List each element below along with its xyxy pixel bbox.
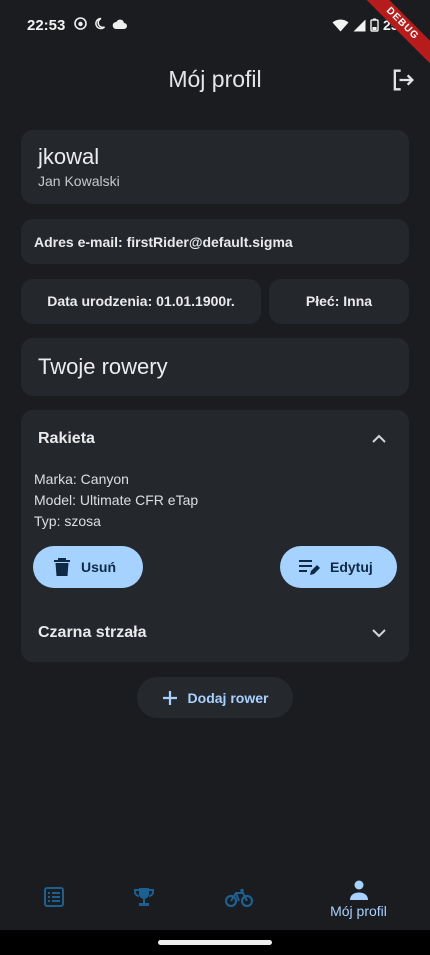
status-notification-icons (74, 17, 128, 30)
gender-card: Płeć: Inna (269, 279, 409, 324)
signal-icon (353, 19, 366, 31)
add-bike-button[interactable]: Dodaj rower (137, 677, 293, 718)
gender-text: Płeć: Inna (305, 293, 373, 309)
battery-icon (370, 18, 379, 32)
trophy-icon (133, 888, 154, 906)
email-card: Adres e-mail: firstRider@default.sigma (21, 219, 409, 264)
chevron-up-icon (372, 434, 386, 443)
edit-bike-label: Edytuj (330, 559, 373, 575)
plus-icon (162, 690, 177, 705)
edit-note-icon (299, 560, 320, 575)
add-bike-label: Dodaj rower (187, 689, 269, 706)
bike-type: Typ: szosa (34, 513, 101, 529)
email-text: Adres e-mail: firstRider@default.sigma (34, 234, 293, 250)
birth-date-card: Data urodzenia: 01.01.1900r. (21, 279, 261, 324)
full-name: Jan Kowalski (38, 173, 120, 189)
bikes-section-title: Twoje rowery (38, 354, 168, 379)
logout-icon (393, 69, 414, 91)
bike-name: Rakieta (38, 430, 95, 447)
bottom-navigation: Mój profil (0, 866, 430, 930)
nav-item-trophy[interactable] (90, 866, 197, 930)
bike-name: Czarna strzała (38, 624, 147, 641)
chevron-down-icon (372, 629, 386, 638)
delete-bike-button[interactable]: Usuń (33, 546, 143, 588)
notification-app-icon (74, 17, 87, 30)
trash-icon (54, 558, 70, 576)
delete-bike-label: Usuń (81, 559, 116, 575)
list-icon (43, 887, 64, 907)
nav-label-profile: Mój profil (330, 903, 387, 919)
birth-date-text: Data urodzenia: 01.01.1900r. (47, 293, 235, 309)
system-gesture-area (0, 930, 430, 955)
bike-brand: Marka: Canyon (34, 471, 129, 487)
status-time: 22:53 (27, 17, 66, 34)
bike-model: Model: Ultimate CFR eTap (34, 492, 199, 508)
logout-button[interactable] (389, 66, 417, 94)
cloud-icon (112, 19, 127, 29)
page-title: Mój profil (168, 66, 262, 92)
app-bar: Mój profil (0, 56, 430, 104)
bike-item-header[interactable]: Czarna strzała (21, 606, 409, 662)
bikes-list-card: Rakieta Marka: Canyon Model: Ultimate CF… (21, 410, 409, 662)
bikes-section-card: Twoje rowery (21, 338, 409, 396)
profile-name-card: jkowal Jan Kowalski (21, 130, 409, 204)
edit-bike-button[interactable]: Edytuj (280, 546, 397, 588)
bike-icon (224, 888, 253, 908)
do-not-disturb-moon-icon (95, 17, 106, 30)
bike-item-header[interactable]: Rakieta (21, 410, 409, 468)
wifi-icon (332, 18, 349, 31)
nav-item-bike[interactable] (185, 866, 292, 930)
status-bar: 22:53 25% DEBUG (0, 0, 430, 73)
home-gesture-bar[interactable] (158, 940, 272, 945)
person-icon (349, 880, 368, 900)
nav-item-profile[interactable]: Mój profil (305, 866, 412, 930)
username: jkowal (38, 144, 100, 169)
